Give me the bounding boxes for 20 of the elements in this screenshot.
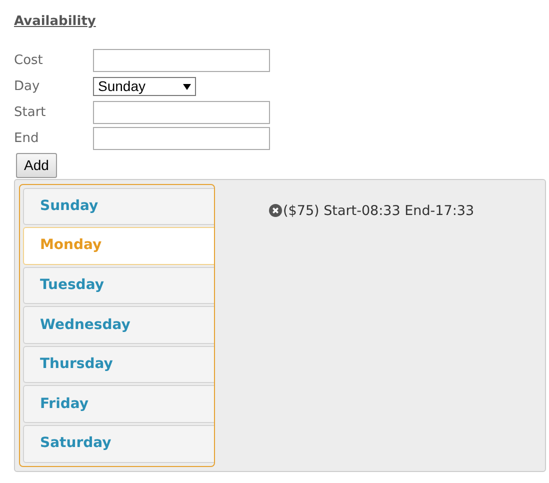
day-select[interactable]: Sunday <box>93 77 196 96</box>
remove-icon[interactable] <box>269 204 282 218</box>
field-label: End <box>14 130 40 148</box>
day-tab[interactable]: Monday <box>23 227 214 265</box>
day-tab[interactable]: Thursday <box>23 346 214 384</box>
day-tab[interactable]: Tuesday <box>23 266 214 304</box>
field-label: Day <box>14 78 41 96</box>
day-tab[interactable]: Friday <box>23 385 214 423</box>
day-tab[interactable]: Sunday <box>23 188 214 226</box>
text-field[interactable] <box>93 101 270 124</box>
availability-entry: ($75) Start-08:33 End-17:33 <box>283 202 474 220</box>
day-tab[interactable]: Saturday <box>23 424 214 463</box>
day-tab[interactable]: Wednesday <box>23 306 214 344</box>
dropdown-arrow-icon <box>183 84 191 90</box>
field-label: Cost <box>14 52 44 70</box>
add-button[interactable]: Add <box>16 152 57 178</box>
field-label: Start <box>14 104 47 122</box>
text-field[interactable] <box>93 49 270 72</box>
section-heading: Availability <box>14 13 96 31</box>
text-field[interactable] <box>93 127 270 150</box>
